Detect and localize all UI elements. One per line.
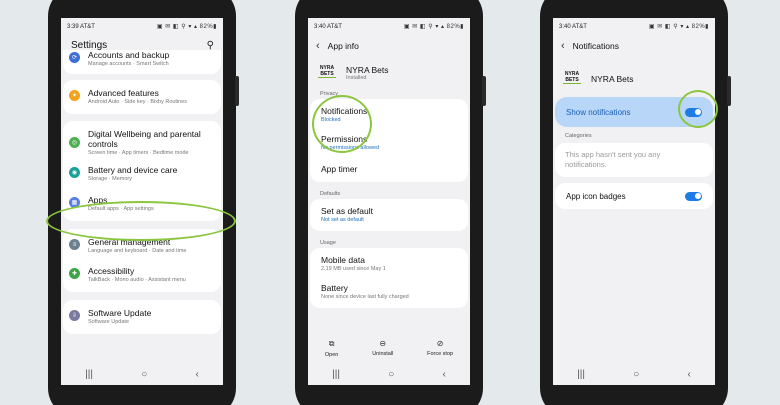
show-notifications-toggle[interactable] xyxy=(685,107,702,117)
status-icons: ▣ ✉ ◧ ⚲ ▾ ▴ 82%▮ xyxy=(648,24,709,30)
nav-bar: ||| ○ ‹ xyxy=(553,363,715,385)
back-arrow-icon[interactable]: ‹ xyxy=(316,40,320,52)
status-bar: 3:39 AT&T ▣ ✉ ◧ ⚲ ▾ ▴ 82%▮ xyxy=(61,18,223,35)
status-bar: 3:40 AT&T ▣ ✉ ◧ ⚲ ▾ ▴ 82%▮ xyxy=(308,18,470,35)
advanced-features-icon: ✦ xyxy=(69,90,80,101)
app-info-header: ‹ App info xyxy=(308,35,470,57)
app-identity: NYRA BETS NYRA Bets xyxy=(553,57,715,97)
notifications-item[interactable]: Notifications Blocked xyxy=(310,101,468,129)
accounts-icon: ⟳ xyxy=(69,52,80,63)
status-time: 3:40 AT&T xyxy=(314,23,342,30)
home-icon[interactable]: ○ xyxy=(388,369,394,380)
accessibility-icon: ✚ xyxy=(69,268,80,279)
back-icon[interactable]: ‹ xyxy=(688,369,691,380)
settings-card: ⟳ Accounts and backup Manage accounts · S… xyxy=(63,50,221,74)
phone-notifications: 3:40 AT&T ▣ ✉ ◧ ⚲ ▾ ▴ 82%▮ ‹ Notificatio… xyxy=(540,0,731,405)
usage-card: Mobile data 2.19 MB used since May 1 Bat… xyxy=(310,248,468,308)
app-icon-badges-toggle[interactable] xyxy=(685,191,702,201)
recents-icon[interactable]: ||| xyxy=(577,369,585,380)
uninstall-icon: ⊖ xyxy=(379,339,387,348)
force-stop-button[interactable]: ⊘ Force stop xyxy=(427,339,453,357)
app-timer-item[interactable]: App timer xyxy=(310,157,468,180)
section-usage: Usage xyxy=(320,240,336,246)
home-icon[interactable]: ○ xyxy=(633,369,639,380)
status-bar: 3:40 AT&T ▣ ✉ ◧ ⚲ ▾ ▴ 82%▮ xyxy=(553,18,715,35)
notifications-header: ‹ Notifications xyxy=(553,35,715,57)
settings-card: ✦ Advanced features Android Auto · Side k… xyxy=(63,80,221,114)
search-icon[interactable]: ⚲ xyxy=(207,40,214,51)
page-title: App info xyxy=(327,41,359,51)
software-update-icon: ⇩ xyxy=(69,310,80,321)
phone-app-info: 3:40 AT&T ▣ ✉ ◧ ⚲ ▾ ▴ 82%▮ ‹ App info NY… xyxy=(295,0,486,405)
install-status: Installed xyxy=(346,75,367,81)
app-name: NYRA Bets xyxy=(346,65,389,75)
settings-item-software-update[interactable]: ⇩ Software Update Software Update xyxy=(63,304,221,330)
open-external-icon: ⧉ xyxy=(328,338,335,348)
battery-item[interactable]: Battery None since device last fully cha… xyxy=(310,278,468,306)
back-arrow-icon[interactable]: ‹ xyxy=(561,40,565,52)
open-button[interactable]: ⧉ Open xyxy=(325,339,338,358)
back-icon[interactable]: ‹ xyxy=(443,369,446,380)
settings-item-digital-wellbeing[interactable]: ◎ Digital Wellbeing and parental control… xyxy=(63,125,221,161)
categories-card: This app hasn't sent you any notificatio… xyxy=(555,143,713,177)
show-notifications-row[interactable]: Show notifications xyxy=(555,97,713,127)
nyra-bets-logo: NYRA BETS xyxy=(563,71,581,84)
nav-bar: ||| ○ ‹ xyxy=(308,363,470,385)
page-title: Notifications xyxy=(572,41,619,51)
battery-care-icon: ◉ xyxy=(69,167,80,178)
settings-item-accounts[interactable]: ⟳ Accounts and backup Manage accounts · S… xyxy=(63,50,221,72)
bottom-action-bar: ⧉ Open ⊖ Uninstall ⊘ Force stop xyxy=(308,333,470,363)
wellbeing-icon: ◎ xyxy=(69,137,80,148)
recents-icon[interactable]: ||| xyxy=(332,369,340,380)
status-time: 3:39 AT&T xyxy=(67,23,95,30)
section-defaults: Defaults xyxy=(320,191,341,197)
nyra-bets-logo: NYRA BETS xyxy=(318,65,336,78)
settings-card: ≡ General management Language and keyboar… xyxy=(63,229,221,292)
notifications-screen: 3:40 AT&T ▣ ✉ ◧ ⚲ ▾ ▴ 82%▮ ‹ Notificatio… xyxy=(553,18,715,385)
settings-item-apps[interactable]: ▦ Apps Default apps · App settings xyxy=(63,187,221,217)
phone-settings: 3:39 AT&T ▣ ✉ ◧ ⚲ ▾ ▴ 82%▮ Settings ⚲ ⟳ … xyxy=(48,0,239,405)
home-icon[interactable]: ○ xyxy=(141,369,147,380)
settings-card: ⇩ Software Update Software Update xyxy=(63,300,221,334)
force-stop-icon: ⊘ xyxy=(436,339,444,348)
recents-icon[interactable]: ||| xyxy=(85,369,93,380)
mobile-data-item[interactable]: Mobile data 2.19 MB used since May 1 xyxy=(310,250,468,278)
app-name: NYRA Bets xyxy=(591,74,634,84)
uninstall-button[interactable]: ⊖ Uninstall xyxy=(372,339,393,357)
settings-item-general-management[interactable]: ≡ General management Language and keyboar… xyxy=(63,233,221,259)
settings-screen: 3:39 AT&T ▣ ✉ ◧ ⚲ ▾ ▴ 82%▮ Settings ⚲ ⟳ … xyxy=(61,18,223,385)
status-time: 3:40 AT&T xyxy=(559,23,587,30)
nav-bar: ||| ○ ‹ xyxy=(61,363,223,385)
set-as-default-item[interactable]: Set as default Not set as default xyxy=(310,201,468,229)
apps-icon: ▦ xyxy=(69,197,80,208)
app-identity: NYRA BETS NYRA Bets Installed xyxy=(308,57,470,87)
section-privacy: Privacy xyxy=(320,91,339,97)
permissions-item[interactable]: Permissions No permissions allowed xyxy=(310,129,468,157)
app-info-screen: 3:40 AT&T ▣ ✉ ◧ ⚲ ▾ ▴ 82%▮ ‹ App info NY… xyxy=(308,18,470,385)
back-icon[interactable]: ‹ xyxy=(196,369,199,380)
app-icon-badges-row[interactable]: App icon badges xyxy=(555,183,713,209)
status-icons: ▣ ✉ ◧ ⚲ ▾ ▴ 82%▮ xyxy=(156,24,217,30)
settings-item-advanced-features[interactable]: ✦ Advanced features Android Auto · Side k… xyxy=(63,84,221,110)
general-management-icon: ≡ xyxy=(69,239,80,250)
settings-item-accessibility[interactable]: ✚ Accessibility TalkBack · Mono audio · A… xyxy=(63,259,221,288)
status-icons: ▣ ✉ ◧ ⚲ ▾ ▴ 82%▮ xyxy=(403,24,464,30)
settings-item-battery[interactable]: ◉ Battery and device care Storage · Memor… xyxy=(63,161,221,187)
defaults-card: Set as default Not set as default xyxy=(310,199,468,231)
settings-card: ◎ Digital Wellbeing and parental control… xyxy=(63,121,221,221)
privacy-card: Notifications Blocked Permissions No per… xyxy=(310,99,468,182)
section-categories: Categories xyxy=(565,133,592,139)
